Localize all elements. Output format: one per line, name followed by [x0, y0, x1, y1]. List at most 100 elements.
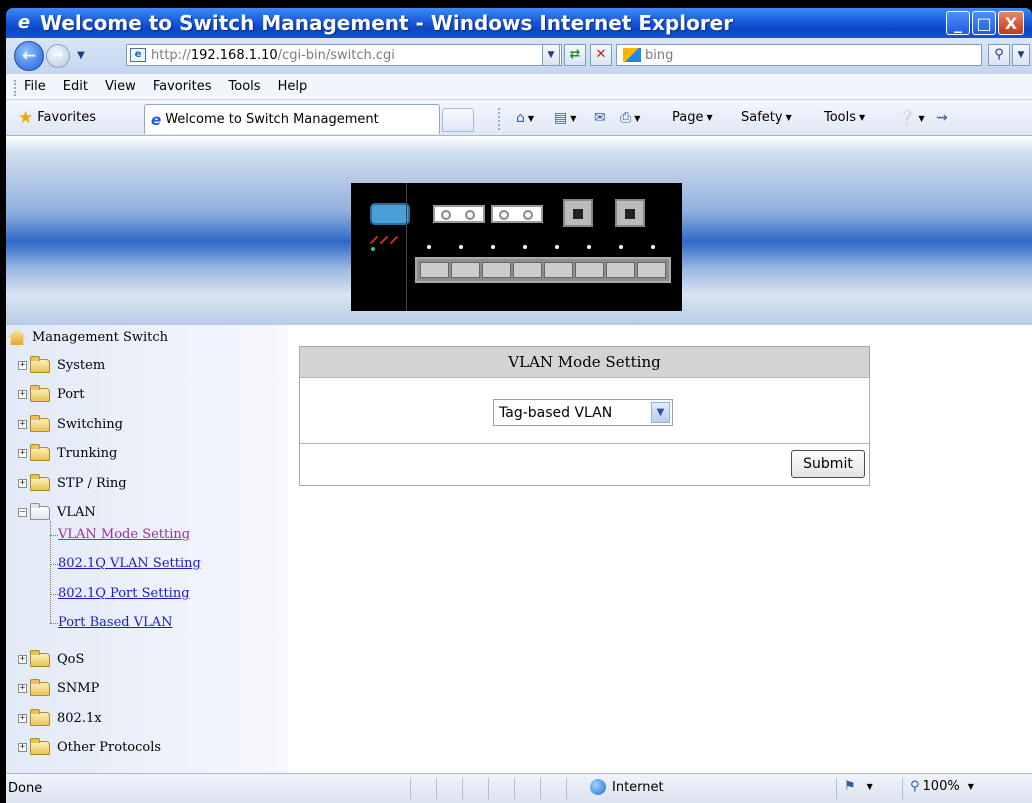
- switch-front-panel-image: [351, 183, 682, 311]
- favorites-label: Favorites: [37, 110, 96, 125]
- favorites-star-icon: ★: [18, 107, 34, 128]
- chevron-down-icon: ▼: [785, 113, 792, 122]
- toolbar-grip: [14, 80, 16, 96]
- menu-favorites[interactable]: Favorites: [153, 79, 212, 94]
- security-zone[interactable]: Internet: [590, 779, 664, 795]
- tree-folder-label: Trunking: [57, 446, 118, 461]
- tree-folder-snmp[interactable]: + SNMP: [18, 678, 99, 696]
- page-menu[interactable]: Page ▼: [672, 110, 713, 125]
- research-button[interactable]: ⇝: [936, 110, 948, 126]
- expand-plus-icon[interactable]: +: [18, 743, 27, 752]
- folder-icon: [30, 708, 50, 726]
- url-dropdown-icon[interactable]: ▼: [542, 44, 560, 66]
- status-divider: [462, 778, 463, 800]
- status-divider: [514, 778, 515, 800]
- status-divider: [836, 778, 837, 800]
- help-icon: ❔: [898, 110, 916, 126]
- menu-help[interactable]: Help: [278, 79, 308, 94]
- tree-connector: [50, 623, 58, 624]
- rj45-port-icon: [563, 199, 593, 227]
- url-path: /cgi-bin/switch.cgi: [277, 47, 395, 63]
- link-port-based-vlan[interactable]: Port Based VLAN: [58, 615, 173, 630]
- fiber-port-icon: [433, 205, 485, 223]
- tree-folder-qos[interactable]: + QoS: [18, 649, 85, 667]
- zoom-control[interactable]: ⚲ 100% ▼: [910, 779, 974, 794]
- menu-file[interactable]: File: [24, 79, 46, 94]
- link-8021q-vlan-setting[interactable]: 802.1Q VLAN Setting: [58, 556, 201, 571]
- page-icon: e: [130, 48, 146, 62]
- menu-tools[interactable]: Tools: [229, 79, 261, 94]
- search-options-icon[interactable]: ▼: [1012, 44, 1030, 66]
- minimize-button[interactable]: _: [946, 11, 970, 35]
- forward-button[interactable]: →: [46, 43, 70, 68]
- page-content: Management Switch + System + Port + Swit…: [6, 136, 1032, 773]
- expand-plus-icon[interactable]: +: [18, 390, 27, 399]
- safety-menu[interactable]: Safety ▼: [741, 110, 792, 125]
- print-button[interactable]: ⎙ ▼: [620, 110, 640, 126]
- back-button[interactable]: ←: [14, 40, 44, 71]
- tree-folder-vlan[interactable]: – VLAN: [18, 502, 96, 520]
- folder-icon: [30, 384, 50, 402]
- tree-folder-trunking[interactable]: + Trunking: [18, 443, 118, 461]
- status-bar: Done Internet ⚑ ▼ ⚲ 100% ▼: [6, 773, 1032, 803]
- status-divider: [902, 778, 903, 800]
- search-input[interactable]: bing: [616, 44, 982, 66]
- home-button[interactable]: ⌂ ▼: [516, 110, 534, 126]
- tree-connector: [50, 594, 58, 595]
- vlan-mode-select[interactable]: Tag-based VLAN ▼: [493, 399, 673, 426]
- refresh-icon[interactable]: ⇄: [564, 44, 586, 66]
- chevron-down-icon: ▼: [527, 113, 535, 123]
- submit-button[interactable]: Submit: [791, 450, 865, 478]
- bing-icon: [623, 48, 641, 62]
- tree-folder-label: QoS: [57, 652, 85, 667]
- panel-divider: [406, 183, 407, 311]
- tree-folder-system[interactable]: + System: [18, 355, 105, 373]
- history-dropdown-icon[interactable]: ▼: [74, 50, 88, 61]
- expand-plus-icon[interactable]: +: [18, 479, 27, 488]
- tree-folder-switching[interactable]: + Switching: [18, 414, 123, 432]
- tree-folder-port[interactable]: + Port: [18, 384, 85, 402]
- favorites-bar: ★ Favorites e Welcome to Switch Manageme…: [6, 100, 1032, 136]
- link-vlan-mode-setting[interactable]: VLAN Mode Setting: [58, 527, 190, 542]
- tree-root[interactable]: Management Switch: [8, 329, 168, 345]
- expand-plus-icon[interactable]: +: [18, 714, 27, 723]
- tree-folder-stp-ring[interactable]: + STP / Ring: [18, 473, 127, 491]
- form-row: Tag-based VLAN ▼: [300, 378, 869, 444]
- menu-edit[interactable]: Edit: [63, 79, 88, 94]
- folder-open-icon: [30, 502, 50, 520]
- url-input[interactable]: e http://192.168.1.10/cgi-bin/switch.cgi: [126, 44, 562, 66]
- favorites-button[interactable]: ★ Favorites: [18, 108, 96, 128]
- help-button[interactable]: ❔ ▼: [898, 110, 925, 126]
- mail-button[interactable]: ✉: [594, 110, 606, 126]
- tools-menu[interactable]: Tools ▼: [824, 110, 865, 125]
- menu-view[interactable]: View: [105, 79, 136, 94]
- url-prefix: http://: [151, 47, 191, 63]
- close-button[interactable]: X: [998, 11, 1024, 35]
- expand-plus-icon[interactable]: +: [18, 684, 27, 693]
- stop-icon[interactable]: ✕: [590, 44, 612, 66]
- maximize-button[interactable]: □: [972, 11, 996, 35]
- protected-mode-button[interactable]: ⚑ ▼: [844, 779, 873, 794]
- status-divider: [410, 778, 411, 800]
- safety-menu-label: Safety: [741, 110, 783, 125]
- expand-plus-icon[interactable]: +: [18, 449, 27, 458]
- tab-switch-management[interactable]: e Welcome to Switch Management: [144, 104, 440, 134]
- expand-plus-icon[interactable]: +: [18, 655, 27, 664]
- new-tab-button[interactable]: [442, 108, 474, 132]
- title-bar: e Welcome to Switch Management - Windows…: [6, 8, 1032, 38]
- link-8021q-port-setting[interactable]: 802.1Q Port Setting: [58, 586, 190, 601]
- search-icon[interactable]: ⚲: [988, 44, 1010, 66]
- tree-folder-8021x[interactable]: + 802.1x: [18, 708, 102, 726]
- collapse-minus-icon[interactable]: –: [18, 508, 27, 517]
- chevron-down-icon[interactable]: ▼: [651, 402, 670, 423]
- feeds-button[interactable]: ▤ ▼: [554, 110, 576, 126]
- chevron-down-icon: ▼: [866, 782, 873, 791]
- tree-connector: [50, 521, 51, 623]
- lock-icon: ⚑: [844, 779, 856, 794]
- address-bar: ← → ▼ e http://192.168.1.10/cgi-bin/swit…: [6, 38, 1032, 73]
- tab-ie-icon: e: [151, 110, 162, 129]
- expand-plus-icon[interactable]: +: [18, 361, 27, 370]
- expand-plus-icon[interactable]: +: [18, 420, 27, 429]
- power-led-icon: [371, 247, 375, 251]
- tree-folder-other-protocols[interactable]: + Other Protocols: [18, 737, 161, 755]
